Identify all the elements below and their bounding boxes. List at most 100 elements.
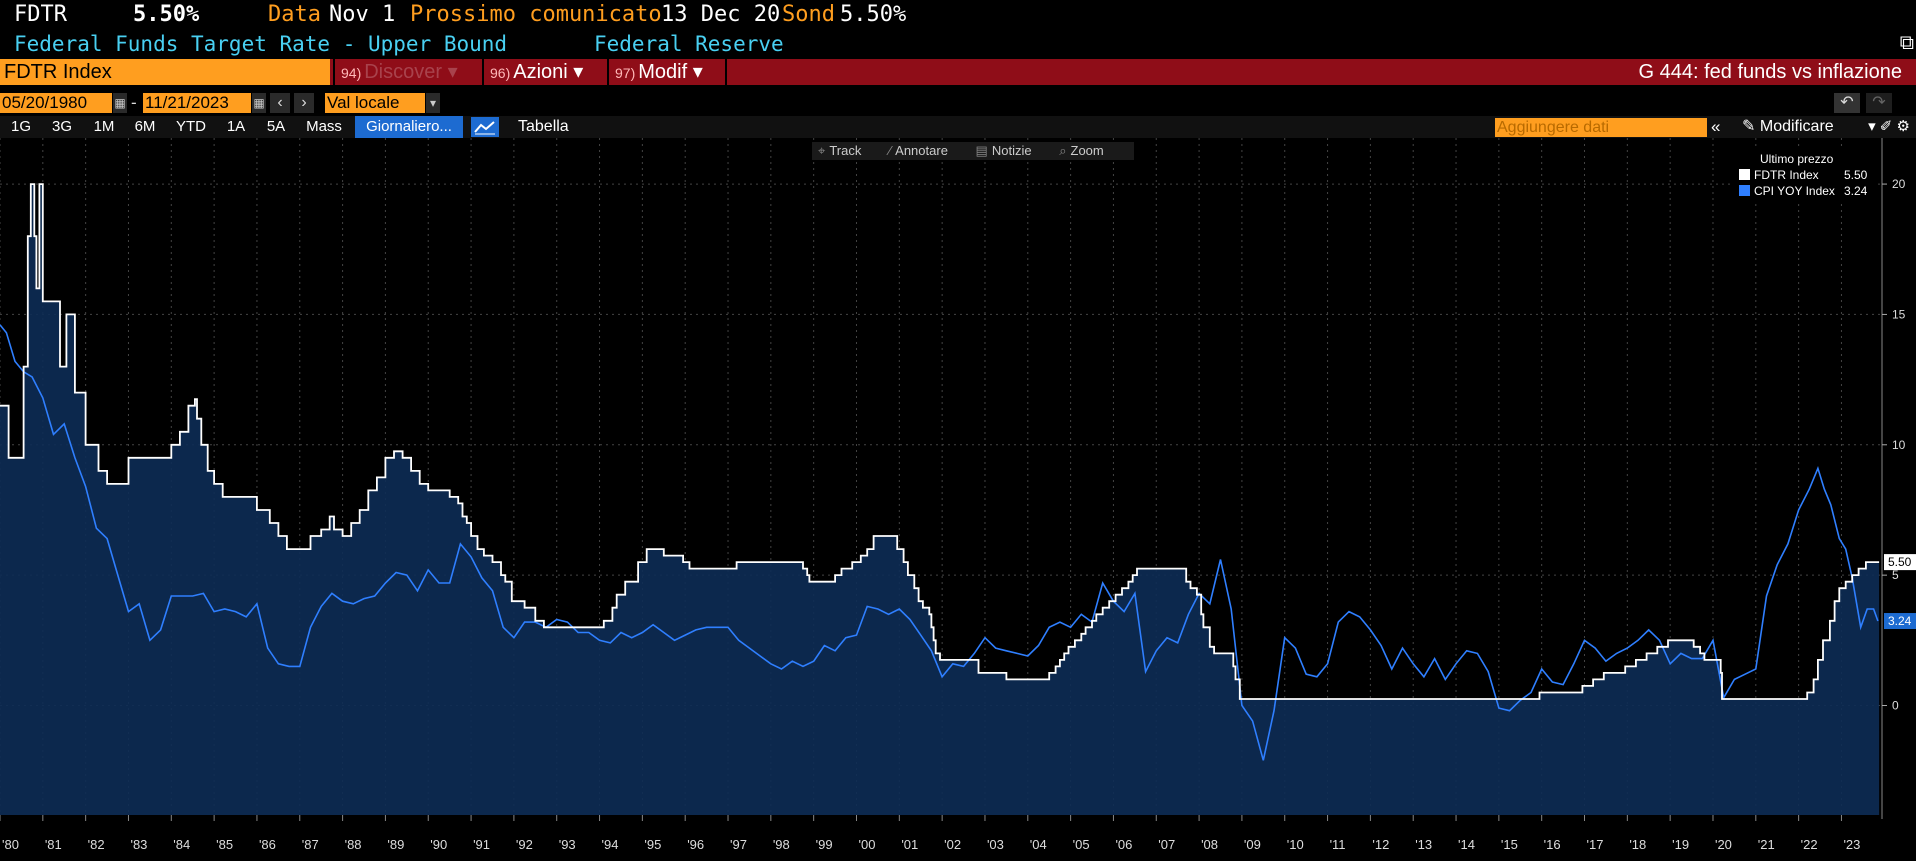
period-5y[interactable]: 5A <box>262 116 290 138</box>
x-tick-label: '16 <box>1544 837 1561 852</box>
news-icon: ▤ <box>975 143 988 158</box>
x-tick-label: '14 <box>1458 837 1475 852</box>
annotate-tool[interactable]: ⁄ Annotare <box>889 143 960 158</box>
news-label: Notizie <box>991 143 1032 158</box>
legend-value: 5.50 <box>1844 168 1868 182</box>
undo-icon[interactable]: ↶ <box>1834 93 1860 113</box>
x-tick-label: '94 <box>602 837 619 852</box>
toolbar-right-icons: ▾ ✐ ⚙ <box>1868 116 1910 138</box>
annotate-label: Annotare <box>895 143 948 158</box>
command-bar: FDTR Index 94) Discover ▾ 96) Azioni ▾ 97)… <box>0 59 1916 85</box>
start-date-field[interactable]: 05/20/1980 <box>0 93 112 113</box>
legend-item-cpi[interactable]: CPI YOY Index 3.24 <box>1739 184 1867 199</box>
next-release-value: 13 Dec 20 <box>661 2 781 27</box>
legend-title: Ultimo prezzo <box>1760 152 1834 166</box>
menu-number: 97) <box>615 65 636 81</box>
last-value-label: 5.50 <box>1888 555 1912 569</box>
line-chart-icon[interactable] <box>471 117 499 137</box>
end-date-field[interactable]: 11/21/2023 <box>143 93 251 113</box>
chevron-left-icon[interactable]: ‹ <box>270 93 290 113</box>
table-button[interactable]: Tabella <box>518 116 569 138</box>
y-tick-label: 20 <box>1892 177 1906 191</box>
x-tick-label: '20 <box>1715 837 1732 852</box>
y-tick-label: 5 <box>1892 568 1899 582</box>
period-1m[interactable]: 1M <box>89 116 119 138</box>
date-value: Nov 1 <box>329 2 396 27</box>
y-tick-label: 0 <box>1892 699 1899 713</box>
chevron-down-icon: ▾ <box>573 61 584 83</box>
menu-label: Discover <box>364 61 443 83</box>
x-tick-label: '18 <box>1629 837 1646 852</box>
collapse-icon[interactable]: « <box>1711 116 1720 138</box>
gear-icon[interactable]: ⚙ <box>1897 118 1910 135</box>
edit-button[interactable]: ✎ Modificare <box>1742 116 1834 138</box>
fdtr-area <box>0 184 1880 816</box>
popout-icon[interactable]: ⧉ <box>1900 30 1914 54</box>
security-description: Federal Funds Target Rate - Upper Bound <box>14 32 508 56</box>
zoom-label: Zoom <box>1070 143 1104 158</box>
draw-icon[interactable]: ✐ <box>1880 118 1897 135</box>
chevron-down-icon: ▾ <box>692 61 703 83</box>
line-chart[interactable]: 0 5 10 15 20 5.50 3.24 '80 '81 '82 '83 '84 '85 '86 '87… <box>0 138 1916 857</box>
menu-label: Modif <box>638 61 688 83</box>
menu-divider <box>725 59 727 85</box>
survey-label: Sond <box>782 2 835 27</box>
news-tool[interactable]: ▤ Notizie <box>976 143 1044 158</box>
legend-item-fdtr[interactable]: FDTR Index 5.50 <box>1739 168 1867 183</box>
x-tick-label: '11 <box>1330 837 1346 852</box>
period-1y[interactable]: 1A <box>222 116 250 138</box>
crosshair-icon: ⌖ <box>818 143 826 158</box>
chart-legend: Ultimo prezzo FDTR Index 5.50 CPI YOY Ind… <box>1732 150 1876 202</box>
x-tick-label: '97 <box>730 837 747 852</box>
actions-menu[interactable]: 96) Azioni ▾ <box>482 59 606 85</box>
menu-label: Azioni <box>513 61 568 83</box>
pencil-icon: ⁄ <box>888 143 892 158</box>
x-tick-label: '96 <box>687 837 704 852</box>
period-ytd[interactable]: YTD <box>172 116 210 138</box>
y-tick-label: 15 <box>1892 307 1906 321</box>
zoom-tool[interactable]: ⌕ Zoom <box>1059 143 1116 158</box>
x-tick-label: '08 <box>1201 837 1218 852</box>
date-label: Data <box>268 2 321 27</box>
period-6m[interactable]: 6M <box>130 116 160 138</box>
x-tick-label: '03 <box>987 837 1004 852</box>
discover-menu[interactable]: 94) Discover ▾ <box>333 59 481 85</box>
x-tick-label: '84 <box>173 837 190 852</box>
x-tick-label: '22 <box>1801 837 1818 852</box>
x-tick-label: '89 <box>387 837 404 852</box>
chart-area[interactable]: 0 5 10 15 20 5.50 3.24 '80 '81 '82 '83 '84 '85 '86 '87… <box>0 138 1916 857</box>
currency-select[interactable]: Val locale <box>325 93 425 113</box>
add-data-input[interactable]: Aggiungere dati <box>1495 118 1707 137</box>
x-tick-label: '02 <box>944 837 961 852</box>
edit-menu[interactable]: 97) Modif ▾ <box>607 59 725 85</box>
x-tick-label: '81 <box>45 837 62 852</box>
x-tick-label: '00 <box>858 837 875 852</box>
x-tick-label: '17 <box>1587 837 1604 852</box>
period-3d[interactable]: 3G <box>47 116 77 138</box>
chevron-down-icon[interactable]: ▾ <box>426 93 440 113</box>
x-tick-label: '07 <box>1158 837 1175 852</box>
calendar-icon[interactable]: ▦ <box>252 93 266 113</box>
security-field[interactable]: FDTR Index <box>0 59 330 85</box>
x-tick-label: '93 <box>559 837 576 852</box>
x-tick-label: '13 <box>1415 837 1432 852</box>
date-range-row: 05/20/1980 ▦ - 11/21/2023 ▦ ‹ › Val loca… <box>0 91 1916 115</box>
x-tick-label: '86 <box>259 837 276 852</box>
x-tick-label: '99 <box>816 837 833 852</box>
last-value: 5.50% <box>133 2 200 27</box>
x-tick-label: '19 <box>1672 837 1689 852</box>
x-tick-label: '05 <box>1073 837 1090 852</box>
legend-swatch <box>1739 185 1750 196</box>
search-icon: ⌕ <box>1059 143 1067 158</box>
x-tick-label: '95 <box>644 837 661 852</box>
period-max[interactable]: Mass <box>302 116 346 138</box>
period-1d[interactable]: 1G <box>8 116 34 138</box>
x-tick-label: '90 <box>430 837 447 852</box>
track-tool[interactable]: ⌖ Track <box>818 143 873 158</box>
calendar-icon[interactable]: ▦ <box>113 93 127 113</box>
frequency-select[interactable]: Giornaliero... <box>355 116 463 138</box>
chevron-right-icon[interactable]: › <box>294 93 314 113</box>
redo-icon[interactable]: ↷ <box>1866 93 1892 113</box>
chevron-down-icon[interactable]: ▾ <box>1868 118 1880 135</box>
x-tick-label: '12 <box>1372 837 1389 852</box>
